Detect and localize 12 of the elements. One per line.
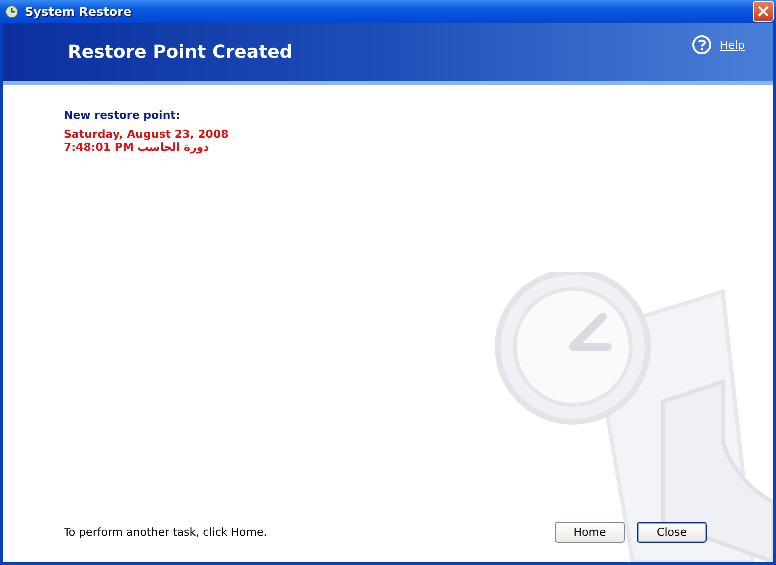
home-button[interactable]: Home	[555, 522, 625, 543]
restore-point-label: New restore point:	[64, 109, 182, 122]
window-title: System Restore	[25, 4, 133, 18]
restore-point-time-and-name: 7:48:01 PM دورة الحاسب	[64, 141, 210, 154]
restore-point-date: Saturday, August 23, 2008	[64, 128, 230, 141]
close-icon[interactable]	[753, 1, 774, 22]
close-button[interactable]: Close	[637, 522, 707, 543]
help-link[interactable]: Help	[720, 38, 745, 52]
page-title: Restore Point Created	[68, 42, 294, 62]
help-icon[interactable]	[692, 35, 712, 55]
footer-hint: To perform another task, click Home.	[64, 526, 268, 539]
restore-app-icon	[4, 4, 20, 20]
